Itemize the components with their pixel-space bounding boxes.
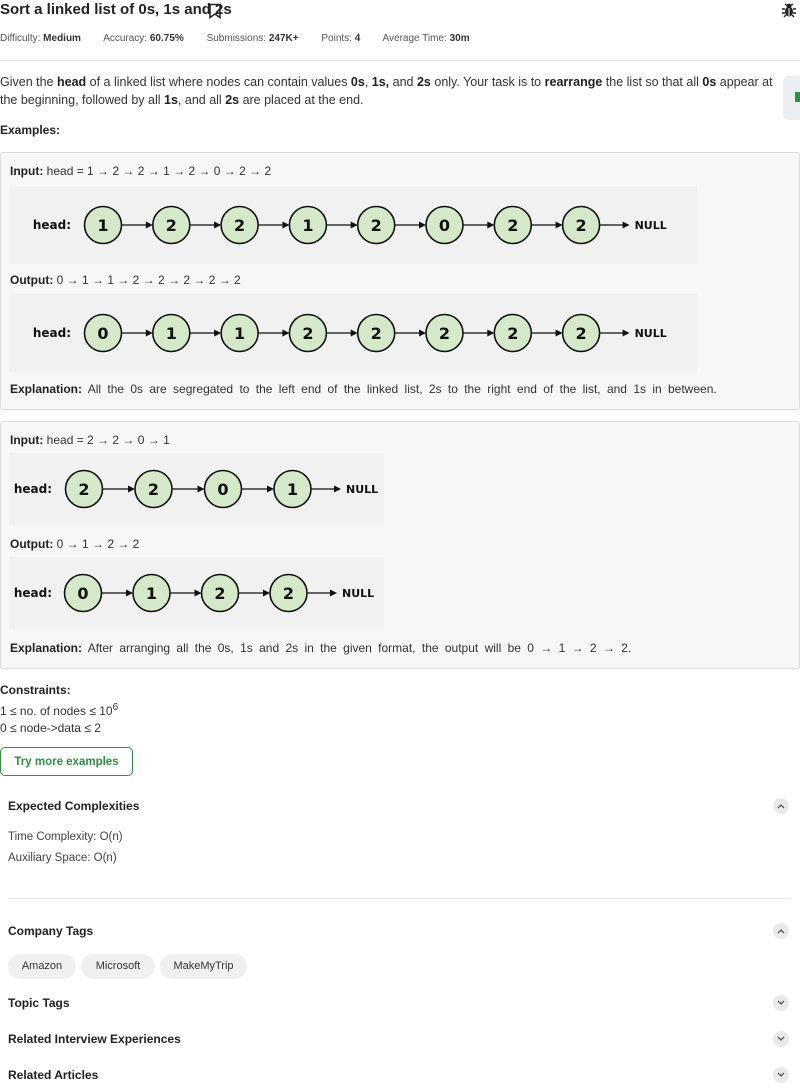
null-label: NULL xyxy=(346,483,378,496)
node-value: 1 xyxy=(166,324,177,343)
null-label: NULL xyxy=(635,327,667,340)
auxiliary-space: Auxiliary Space: O(n) xyxy=(8,852,117,864)
node-value: 2 xyxy=(302,324,313,343)
example-2-output-diagram: head: 0 1 2 2 NULL xyxy=(9,557,384,629)
example-2-output: Output: 0 → 1 → 2 → 2 xyxy=(10,537,140,551)
meta-average-time: Average Time: 30m xyxy=(382,33,470,44)
example-1-output-diagram: head: 0 1 1 2 2 2 2 2 NULL xyxy=(9,294,697,372)
problem-description: Given the head of a linked list where no… xyxy=(0,75,773,107)
bug-report-icon[interactable] xyxy=(781,2,797,18)
example-2-input: Input: head = 2 → 2 → 0 → 1 xyxy=(10,433,170,447)
problem-page: Sort a linked list of 0s, 1s and 2s Diff… xyxy=(0,0,800,1092)
node-value: 2 xyxy=(371,216,382,235)
example-1-input-diagram: head: 1 2 2 1 2 0 2 2 NULL xyxy=(9,186,697,264)
constraints-heading: Constraints: xyxy=(0,683,71,697)
node-value: 2 xyxy=(507,216,518,235)
null-label: NULL xyxy=(635,219,667,232)
node-value: 0 xyxy=(217,480,228,499)
section-divider xyxy=(8,898,790,899)
example-2-explanation: Explanation: After arranging all the 0s,… xyxy=(10,641,632,655)
node-value: 0 xyxy=(439,216,450,235)
null-label: NULL xyxy=(342,587,374,600)
node-value: 0 xyxy=(77,584,88,603)
node-value: 2 xyxy=(576,324,587,343)
constraint-nodes: 1 ≤ no. of nodes ≤ 106 xyxy=(0,702,119,718)
node-value: 2 xyxy=(507,324,518,343)
node-value: 2 xyxy=(371,324,382,343)
head-label: head: xyxy=(14,482,52,496)
example-2-input-diagram: head: 2 2 0 1 NULL xyxy=(9,453,384,525)
example-box-2: Input: head = 2 → 2 → 0 → 1 head: 2 2 0 1 NUL… xyxy=(0,421,800,669)
node-value: 2 xyxy=(576,216,587,235)
meta-difficulty: Difficulty: Medium xyxy=(0,33,81,44)
node-value: 2 xyxy=(234,216,245,235)
node-value: 1 xyxy=(97,216,108,235)
chevron-down-icon[interactable] xyxy=(773,995,789,1011)
title-row: Sort a linked list of 0s, 1s and 2s xyxy=(0,0,800,22)
constraint-data: 0 ≤ node->data ≤ 2 xyxy=(0,721,101,735)
expected-complexities-heading[interactable]: Expected Complexities xyxy=(8,799,139,813)
time-complexity: Time Complexity: O(n) xyxy=(8,831,123,843)
meta-points: Points: 4 xyxy=(321,33,361,44)
related-articles-heading[interactable]: Related Articles xyxy=(8,1068,98,1082)
meta-accuracy: Accuracy: 60.75% xyxy=(103,33,184,44)
node-value: 1 xyxy=(234,324,245,343)
chevron-down-icon[interactable] xyxy=(773,1067,789,1083)
company-tags-heading[interactable]: Company Tags xyxy=(8,924,93,938)
example-1-output: Output: 0 → 1 → 1 → 2 → 2 → 2 → 2 → 2 xyxy=(10,273,241,287)
node-value: 2 xyxy=(283,584,294,603)
node-value: 2 xyxy=(148,480,159,499)
try-more-examples-button[interactable]: Try more examples xyxy=(0,747,133,776)
chevron-up-icon[interactable] xyxy=(773,923,789,939)
chevron-down-icon[interactable] xyxy=(773,1031,789,1047)
node-value: 1 xyxy=(146,584,157,603)
node-value: 2 xyxy=(439,324,450,343)
company-tag-amazon[interactable]: Amazon xyxy=(8,954,76,979)
page-title: Sort a linked list of 0s, 1s and 2s xyxy=(0,1,232,18)
related-interview-experiences-heading[interactable]: Related Interview Experiences xyxy=(8,1032,181,1046)
head-label: head: xyxy=(14,586,52,600)
example-box-1: Input: head = 1 → 2 → 2 → 1 → 2 → 0 → 2 … xyxy=(0,152,800,410)
node-value: 2 xyxy=(166,216,177,235)
topic-tags-heading[interactable]: Topic Tags xyxy=(8,996,70,1010)
node-value: 2 xyxy=(78,480,89,499)
side-panel-tab[interactable] xyxy=(783,76,800,120)
node-value: 1 xyxy=(287,480,298,499)
company-tag-makemytrip[interactable]: MakeMyTrip xyxy=(160,954,247,979)
header-divider xyxy=(0,60,800,61)
problem-meta: Difficulty: Medium Accuracy: 60.75% Subm… xyxy=(0,33,490,44)
example-1-explanation: Explanation: All the 0s are segregated t… xyxy=(10,382,717,396)
node-value: 2 xyxy=(214,584,225,603)
examples-heading: Examples: xyxy=(0,123,61,137)
company-tag-microsoft[interactable]: Microsoft xyxy=(81,954,155,979)
example-1-input: Input: head = 1 → 2 → 2 → 1 → 2 → 0 → 2 … xyxy=(10,164,272,178)
chevron-up-icon[interactable] xyxy=(773,798,789,814)
bookmark-icon[interactable] xyxy=(208,3,222,19)
head-label: head: xyxy=(33,218,71,232)
constraints-section: Constraints: 1 ≤ no. of nodes ≤ 106 0 ≤ … xyxy=(0,682,118,737)
head-label: head: xyxy=(33,326,71,340)
node-value: 1 xyxy=(302,216,313,235)
meta-submissions: Submissions: 247K+ xyxy=(206,33,299,44)
node-value: 0 xyxy=(97,324,108,343)
